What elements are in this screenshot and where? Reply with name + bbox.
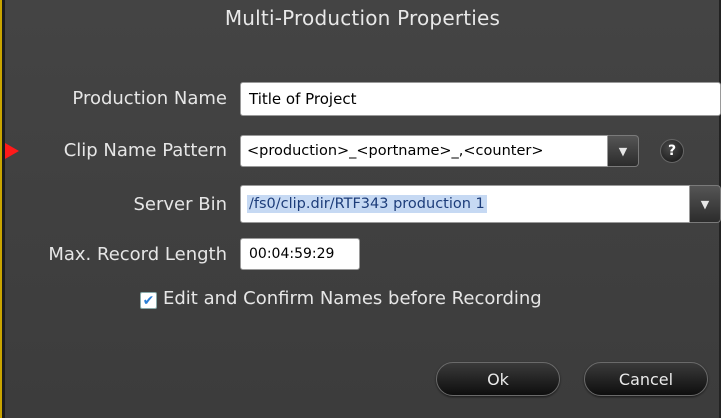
cancel-button[interactable]: Cancel <box>584 362 708 396</box>
dialog-left-border <box>2 0 5 418</box>
help-icon[interactable]: ? <box>660 139 684 163</box>
server-bin-dropdown[interactable]: /fs0/clip.dir/RTF343 production 1 ▼ <box>240 185 721 223</box>
confirm-names-label[interactable]: Edit and Confirm Names before Recording <box>163 288 542 309</box>
server-bin-value[interactable]: /fs0/clip.dir/RTF343 production 1 <box>240 185 690 223</box>
chevron-down-icon[interactable]: ▼ <box>690 185 721 223</box>
multi-production-properties-dialog: Multi-Production Properties Production N… <box>0 0 721 418</box>
chevron-down-icon[interactable]: ▼ <box>608 135 639 167</box>
dialog-title: Multi-Production Properties <box>224 6 501 30</box>
production-name-label: Production Name <box>72 88 227 109</box>
ok-button[interactable]: Ok <box>436 362 560 396</box>
max-record-length-input[interactable]: 00:04:59:29 <box>240 238 360 270</box>
max-record-length-label: Max. Record Length <box>48 244 227 265</box>
clip-name-pattern-value[interactable]: <production>_<portname>_,<counter> <box>240 135 608 167</box>
production-name-input[interactable]: Title of Project <box>240 82 721 116</box>
server-bin-label: Server Bin <box>133 194 227 215</box>
confirm-names-checkbox[interactable]: ✔ <box>140 292 157 309</box>
server-bin-selected-text: /fs0/clip.dir/RTF343 production 1 <box>247 195 487 213</box>
clip-name-pattern-label: Clip Name Pattern <box>63 140 227 161</box>
red-arrow-pointer-icon <box>5 143 19 159</box>
clip-name-pattern-dropdown[interactable]: <production>_<portname>_,<counter> ▼ <box>240 135 639 167</box>
